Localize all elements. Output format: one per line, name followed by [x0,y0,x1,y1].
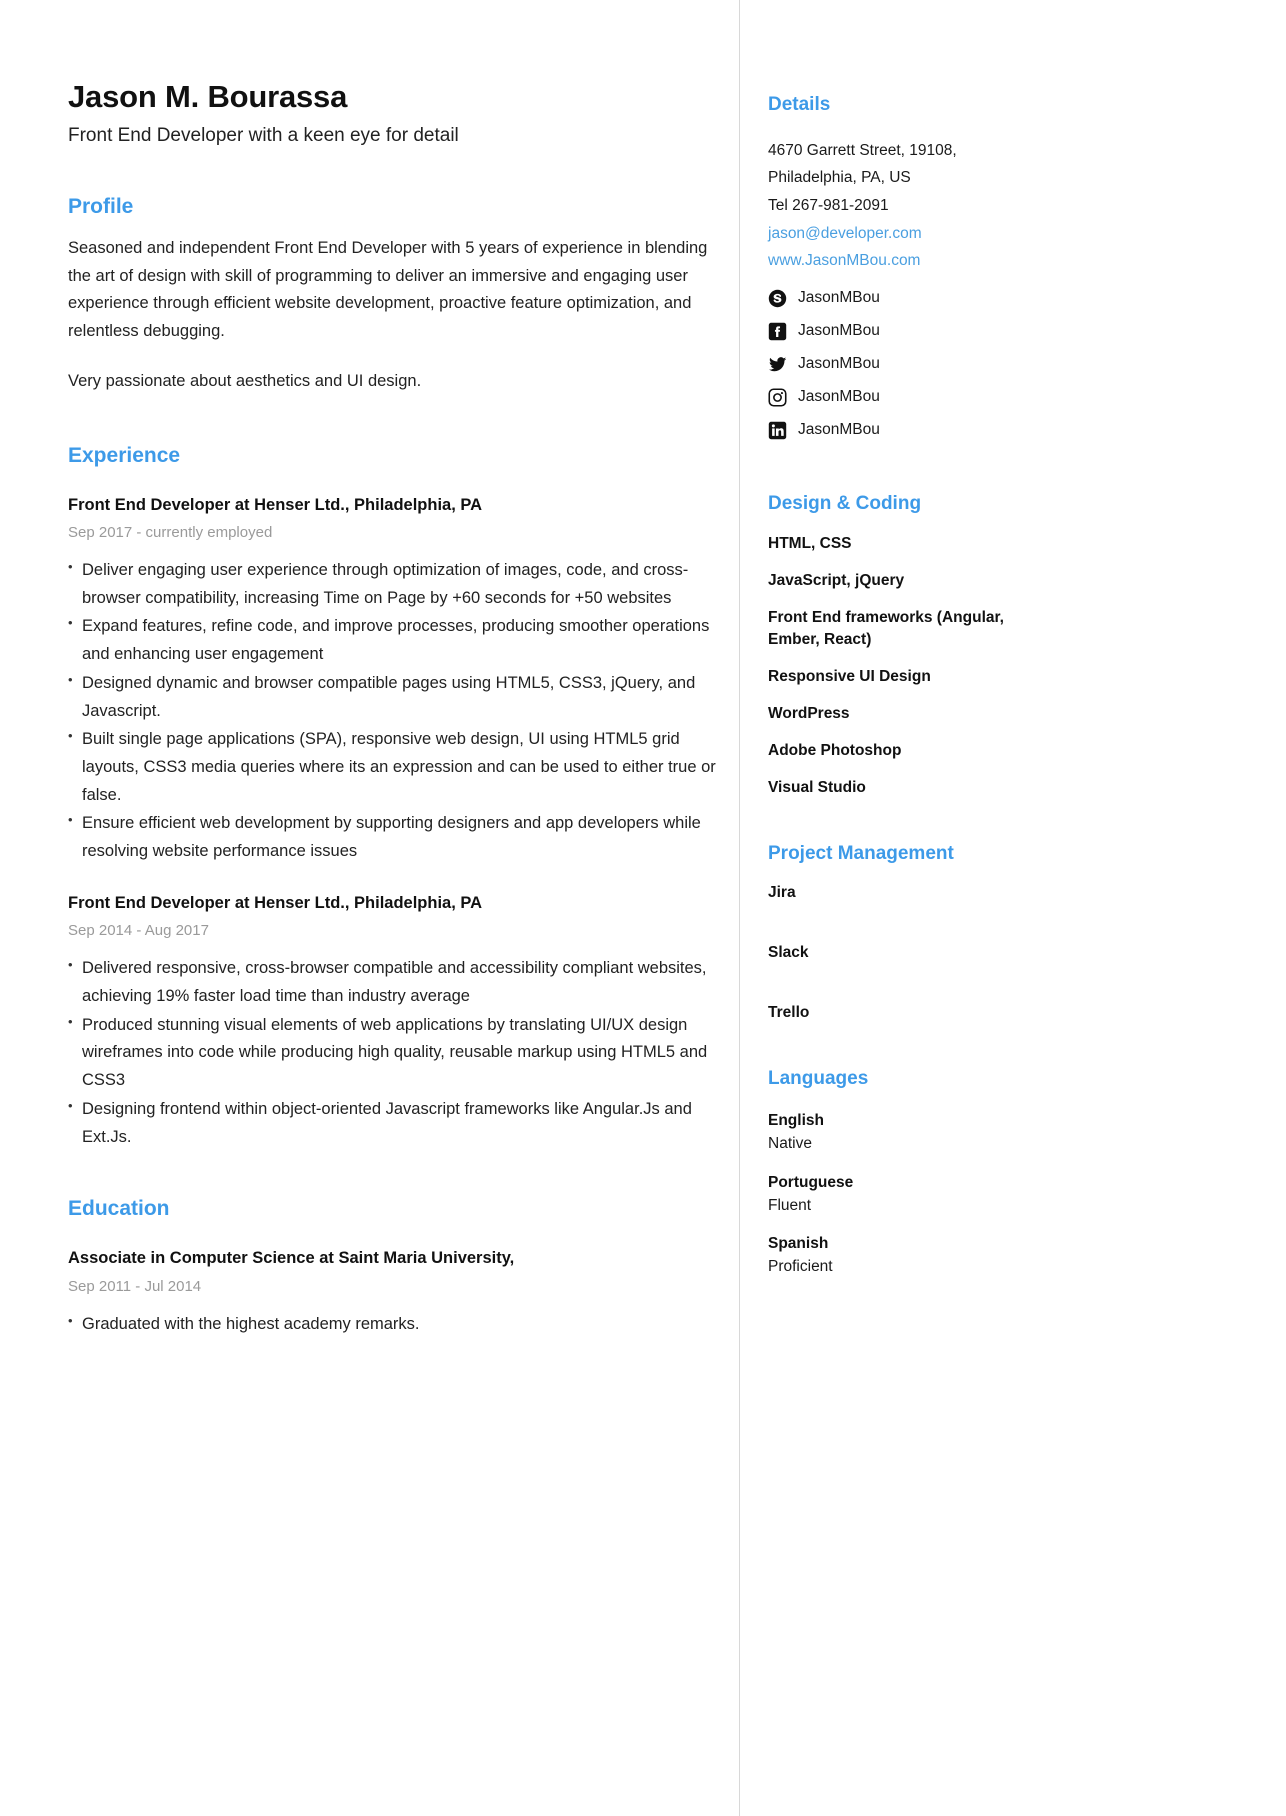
social-row-facebook[interactable]: JasonMBou [768,315,1058,348]
entry-bullet-list: Delivered responsive, cross-browser comp… [68,954,716,1151]
entry-title: Front End Developer at Henser Ltd., Phil… [68,495,483,514]
project-management-list: Jira Slack Trello [768,882,1058,1024]
language-name: Portuguese [768,1173,854,1191]
social-handle: JasonMBou [798,388,880,406]
list-item: Produced stunning visual elements of web… [68,1011,716,1095]
column-divider [739,0,740,1816]
list-item: Trello [768,1004,810,1022]
list-item: Ensure efficient web development by supp… [68,809,716,865]
website-link[interactable]: www.JasonMBou.com [768,247,1058,275]
list-item: Delivered responsive, cross-browser comp… [68,954,716,1010]
list-item: HTML, CSS [768,535,852,553]
list-item: Deliver engaging user experience through… [68,556,716,612]
language-name: English [768,1112,824,1130]
instagram-icon [768,388,787,407]
social-handle: JasonMBou [798,421,880,439]
social-row-skype[interactable]: JasonMBou [768,282,1058,315]
list-item: WordPress [768,705,850,723]
section-heading-profile: Profile [68,194,134,218]
skype-icon [768,289,787,308]
sidebar-column: Details 4670 Garrett Street, 19108, Phil… [768,80,1058,1294]
phone-line: Tel 267-981-2091 [768,196,889,214]
list-item: Spanish Proficient [768,1232,1058,1279]
profile-paragraph-1: Seasoned and independent Front End Devel… [68,238,708,341]
main-content-column: Jason M. Bourassa Front End Developer wi… [68,79,716,1339]
address-line: Philadelphia, PA, US [768,169,911,187]
list-item: Graduated with the highest academy remar… [68,1310,716,1339]
section-heading-education: Education [68,1197,170,1221]
social-row-linkedin[interactable]: JasonMBou [768,414,1058,447]
list-item: JavaScript, jQuery [768,572,905,590]
email-link[interactable]: jason@developer.com [768,220,1058,248]
language-level: Native [768,1135,812,1153]
section-heading-details: Details [768,94,831,115]
experience-entry: Front End Developer at Henser Ltd., Phil… [68,892,716,1151]
design-coding-list: HTML, CSS JavaScript, jQuery Front End f… [768,533,1058,799]
section-heading-languages: Languages [768,1068,869,1090]
list-item: Built single page applications (SPA), re… [68,725,716,809]
language-level: Fluent [768,1196,812,1214]
social-row-twitter[interactable]: JasonMBou [768,348,1058,381]
entry-date: Sep 2014 - Aug 2017 [68,922,209,940]
languages-list: English Native Portuguese Fluent Spanish… [768,1109,1058,1279]
social-links-list: JasonMBou JasonMBou JasonMBou JasonMBou … [768,282,1058,447]
social-handle: JasonMBou [798,322,880,340]
language-name: Spanish [768,1235,829,1253]
twitter-icon [768,355,787,374]
education-entry: Associate in Computer Science at Saint M… [68,1247,716,1338]
list-item: Designing frontend within object-oriente… [68,1095,716,1151]
entry-date: Sep 2017 - currently employed [68,524,273,542]
language-level: Proficient [768,1258,833,1276]
list-item: English Native [768,1109,1058,1156]
entry-title: Associate in Computer Science at Saint M… [68,1249,515,1268]
page-title: Jason M. Bourassa [68,79,348,114]
section-heading-design-coding: Design & Coding [768,492,922,514]
list-item: Designed dynamic and browser compatible … [68,669,716,725]
contact-details-block: 4670 Garrett Street, 19108, Philadelphia… [768,137,1058,275]
profile-paragraph-2: Very passionate about aesthetics and UI … [68,371,422,390]
list-item: Portuguese Fluent [768,1171,1058,1218]
list-item: Jira [768,884,796,902]
entry-bullet-list: Deliver engaging user experience through… [68,556,716,866]
entry-date: Sep 2011 - Jul 2014 [68,1277,202,1295]
list-item: Visual Studio [768,779,866,797]
experience-entry: Front End Developer at Henser Ltd., Phil… [68,494,716,866]
section-heading-experience: Experience [68,443,181,467]
resume-page: Jason M. Bourassa Front End Developer wi… [0,0,1286,1816]
list-item: Adobe Photoshop [768,742,902,760]
linkedin-icon [768,421,787,440]
social-handle: JasonMBou [798,355,880,373]
entry-bullet-list: Graduated with the highest academy remar… [68,1310,716,1339]
list-item: Slack [768,944,809,962]
entry-title: Front End Developer at Henser Ltd., Phil… [68,893,483,912]
address-line: 4670 Garrett Street, 19108, [768,141,957,159]
section-heading-project-management: Project Management [768,843,954,865]
list-item: Front End frameworks (Angular, Ember, Re… [768,609,1004,649]
social-row-instagram[interactable]: JasonMBou [768,381,1058,414]
social-handle: JasonMBou [798,289,880,307]
list-item: Responsive UI Design [768,668,931,686]
facebook-icon [768,322,787,341]
list-item: Expand features, refine code, and improv… [68,612,716,668]
headline: Front End Developer with a keen eye for … [68,125,459,147]
